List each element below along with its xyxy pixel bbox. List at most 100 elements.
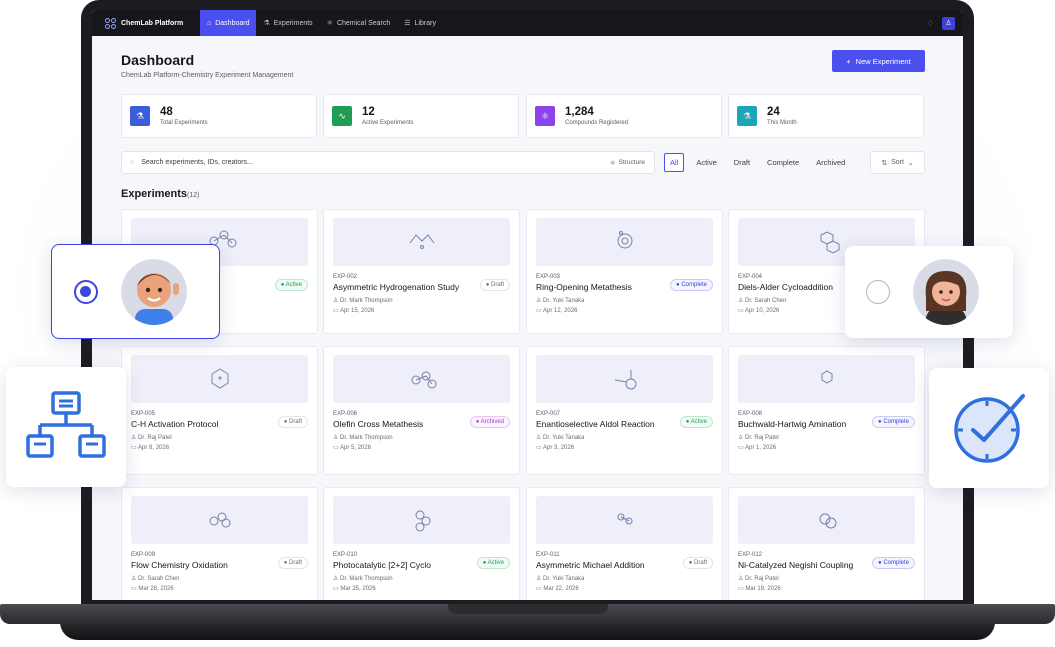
search-input[interactable]: ○ Search experiments, IDs, creators... ⚛… (121, 151, 655, 174)
user-icon: ♙ (536, 435, 544, 441)
page-title: Dashboard (121, 52, 195, 68)
structure-label: Structure (618, 158, 645, 166)
creator-row: ♙ Dr. Raj Patel (131, 434, 308, 441)
stat-card-month: ⚗ 24 This Month (728, 94, 924, 138)
status-badge: ● Draft (277, 416, 308, 428)
flask-icon: ⚗ (263, 20, 270, 27)
radio-unselected-icon[interactable] (866, 280, 890, 304)
section-heading: Experiments(12) (121, 188, 199, 200)
stat-value: 24 (767, 106, 780, 118)
user-icon: ♙ (333, 298, 341, 304)
user-select-card-selected[interactable] (51, 244, 220, 339)
experiment-card[interactable]: EXP-012 ● Complete Ni-Catalyzed Negishi Co… (728, 487, 925, 600)
experiment-card[interactable]: EXP-011 ● Draft Asymmetric Michael Additio… (526, 487, 723, 600)
nav-chemical-search[interactable]: ⚛ Chemical Search (320, 10, 398, 36)
flask-icon: ⚗ (130, 106, 150, 126)
nav-library[interactable]: ☰ Library (397, 10, 443, 36)
top-nav: ChemLab Platform ⌂ Dashboard ⚗ Experimen… (92, 10, 963, 36)
filter-archived[interactable]: Archived (811, 154, 850, 171)
calendar-icon: ▭ (536, 445, 544, 451)
status-badge: ● Active (476, 557, 510, 569)
user-icon: ♙ (131, 435, 139, 441)
filter-active[interactable]: Active (691, 154, 721, 171)
nav-label: Library (414, 19, 436, 27)
user-icon: ♙ (131, 576, 139, 582)
sort-button[interactable]: ⇅ Sort ⌄ (870, 151, 925, 174)
nav-right: ♢ ♙ (927, 16, 963, 30)
experiment-date: Apr 15, 2026 (340, 308, 375, 314)
user-icon: ♙ (333, 435, 341, 441)
brand-name: ChemLab Platform (121, 19, 184, 27)
page-subtitle: ChemLab Platform-Chemistry Experiment Ma… (121, 72, 294, 79)
structure-thumbnail (333, 218, 510, 266)
structure-thumbnail (536, 355, 713, 403)
experiment-date: Apr 8, 2026 (138, 445, 170, 451)
experiment-card[interactable]: EXP-007 ● Active Enantioselective Aldol Re… (526, 346, 723, 475)
date-row: ▭ Mar 25, 2026 (333, 585, 510, 592)
molecule-icon (411, 371, 436, 389)
structure-thumbnail (333, 355, 510, 403)
experiment-card[interactable]: EXP-006 ● Archived Olefin Cross Metathesis… (323, 346, 520, 475)
creator-row: ♙ Dr. Yuki Tanaka (536, 297, 713, 304)
nav-dashboard[interactable]: ⌂ Dashboard (200, 10, 257, 36)
experiment-date: Apr 3, 2026 (543, 445, 575, 451)
status-badge: ● Complete (872, 416, 915, 428)
experiment-card[interactable]: EXP-002 ● Draft Asymmetric Hydrogenation S… (323, 209, 520, 334)
filter-complete[interactable]: Complete (762, 154, 804, 171)
date-row: ▭ Apr 3, 2026 (536, 444, 713, 451)
filter-draft[interactable]: Draft (729, 154, 755, 171)
molecule-icon: ⚛ (535, 106, 555, 126)
molecule-icon (614, 370, 636, 390)
molecule-icon (617, 231, 632, 249)
experiment-card[interactable]: EXP-003 ● Complete Ring-Opening Metathesis… (526, 209, 723, 334)
date-row: ▭ Apr 12, 2026 (536, 307, 713, 314)
nav-experiments[interactable]: ⚗ Experiments (256, 10, 319, 36)
home-icon: ⌂ (207, 19, 212, 27)
brand[interactable]: ChemLab Platform (92, 17, 200, 29)
structure-thumbnail (333, 496, 510, 544)
section-title: Experiments (121, 188, 188, 200)
experiment-card[interactable]: EXP-010 ● Active Photocatalytic [2+2] Cycl… (323, 487, 520, 600)
user-select-card[interactable] (845, 246, 1013, 338)
stat-label: Total Experiments (160, 120, 208, 126)
nav-label: Chemical Search (336, 19, 391, 27)
radio-selected-icon[interactable] (74, 280, 98, 304)
experiment-date: Mar 28, 2026 (138, 586, 174, 592)
bell-icon[interactable]: ♢ (927, 19, 934, 28)
nav-label: Dashboard (215, 19, 250, 27)
nav-label: Experiments (273, 19, 313, 27)
user-menu-button[interactable]: ♙ (942, 16, 955, 30)
experiment-card[interactable]: EXP-005 ● Draft C-H Activation Protocol ♙ D… (121, 346, 318, 475)
experiment-date: Mar 22, 2026 (543, 586, 579, 592)
structure-thumbnail (131, 496, 308, 544)
stat-label: Compounds Registered (565, 120, 629, 126)
status-badge: ● Draft (479, 279, 510, 291)
date-row: ▭ Mar 19, 2026 (738, 585, 915, 592)
section-count: (12) (187, 192, 200, 199)
structure-thumbnail (131, 355, 308, 403)
user-icon: ♙ (738, 576, 746, 582)
search-placeholder: Search experiments, IDs, creators... (141, 159, 253, 166)
experiment-date: Apr 12, 2026 (543, 308, 578, 314)
experiment-card[interactable]: EXP-009 ● Draft Flow Chemistry Oxidation ♙ … (121, 487, 318, 600)
structure-search-button[interactable]: ⚛ Structure (610, 159, 654, 167)
stat-label: This Month (767, 120, 797, 126)
molecule-icon (415, 510, 430, 532)
new-experiment-button[interactable]: + New Experiment (832, 50, 925, 72)
experiment-card[interactable]: EXP-008 ● Complete Buchwald-Hartwig Aminat… (728, 346, 925, 475)
status-label: Draft (288, 560, 302, 566)
creator-row: ♙ Dr. Yuki Tanaka (536, 575, 713, 582)
clock-check-icon (954, 394, 1025, 463)
creator-name: Dr. Sarah Chen (138, 576, 180, 582)
status-label: Complete (681, 282, 707, 288)
calendar-icon: ▭ (738, 308, 746, 314)
status-badge: ● Draft (277, 557, 308, 569)
filter-all[interactable]: All (664, 153, 685, 172)
status-label: Draft (288, 419, 302, 425)
creator-name: Dr. Yuki Tanaka (543, 576, 585, 582)
creator-row: ♙ Dr. Sarah Chen (131, 575, 308, 582)
molecule-icon (820, 231, 839, 254)
structure-thumbnail (536, 218, 713, 266)
user-icon: ♙ (536, 298, 544, 304)
status-label: Active (487, 560, 504, 566)
